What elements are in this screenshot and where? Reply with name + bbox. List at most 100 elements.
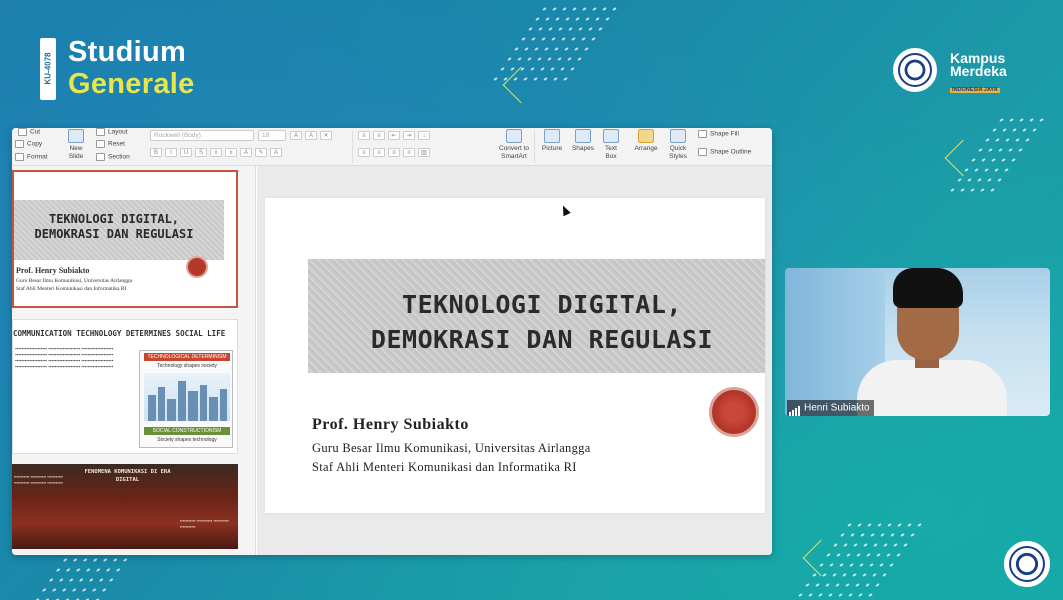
format-buttons: B I U Sx x A ✎ A [150, 148, 282, 157]
logo-title-line1: Studium [68, 36, 187, 68]
align-buttons: ≡ ≡ ≡ ≡ ▥ [358, 148, 430, 157]
thumb-body-text: ▪▪▪▪▪▪▪▪▪▪▪▪▪▪▪▪▪▪▪▪ ▪▪▪▪▪▪▪▪▪▪▪▪▪▪▪▪▪▪▪… [15, 346, 114, 369]
arrange-label: Arrange [634, 145, 658, 152]
thumb-text-left: ▪▪▪▪▪▪▪▪▪▪▪ ▪▪▪▪▪▪▪▪▪▪▪ ▪▪▪▪▪▪▪▪▪▪▪ ▪▪▪▪… [14, 474, 64, 485]
university-emblem-watermark-icon [1004, 541, 1050, 587]
ribbon-toolbar: Cut Copy Format New Slide Layout Reset S… [12, 128, 772, 166]
smartart-icon [506, 129, 522, 143]
font-size-select[interactable]: 18 [258, 130, 286, 141]
clear-format-button[interactable]: ✕ [320, 131, 332, 140]
shapes-button[interactable]: Shapes [570, 129, 596, 153]
paint-bucket-icon [698, 130, 707, 138]
font-color-button[interactable]: A [270, 148, 282, 157]
highlight-button[interactable]: ✎ [255, 148, 267, 157]
reset-icon [96, 140, 105, 148]
align-right-button[interactable]: ≡ [388, 148, 400, 157]
presenter-name[interactable]: Prof. Henry Subiakto [312, 416, 469, 434]
kampus-merdeka-logo: Kampus Merdeka INDONESIA JAYA [950, 51, 1007, 94]
layout-icon [96, 128, 105, 136]
columns-button[interactable]: ▥ [418, 148, 430, 157]
university-emblem-icon [893, 48, 937, 92]
card-subtitle-2: Society shapes technology [157, 437, 217, 443]
logo-title-line2: Generale [68, 68, 195, 100]
line-spacing-button[interactable]: ↕ [418, 131, 430, 140]
slide-thumbnail-3[interactable]: FENOMENA KOMUNIKASI DI ERA DIGITAL ▪▪▪▪▪… [12, 464, 238, 549]
thumb-line2: Staf Ahli Menteri Komunikasi dan Informa… [16, 286, 127, 292]
slide-thumbnail-panel[interactable]: TEKNOLOGI DIGITAL, DEMOKRASI DAN REGULAS… [12, 166, 256, 555]
case-button[interactable]: A [240, 148, 252, 157]
new-slide-button[interactable]: New Slide [64, 129, 88, 161]
quick-styles-button[interactable]: Quick Styles [666, 129, 690, 161]
thumb-text-right: ▪▪▪▪▪▪▪▪▪▪▪ ▪▪▪▪▪▪▪▪▪▪▪ ▪▪▪▪▪▪▪▪▪▪▪ ▪▪▪▪… [180, 518, 230, 529]
thumb-title: TEKNOLOGI DIGITAL, DEMOKRASI DAN REGULAS… [34, 212, 194, 241]
underline-button[interactable]: U [180, 148, 192, 157]
arrange-icon [638, 129, 654, 143]
text-box-label: Text Box [605, 145, 617, 160]
presenter-title-line1[interactable]: Guru Besar Ilmu Komunikasi, Universitas … [312, 441, 591, 456]
speaker-shirt [857, 360, 1007, 416]
presenter-title-line2[interactable]: Staf Ahli Menteri Komunikasi dan Informa… [312, 460, 577, 475]
align-center-button[interactable]: ≡ [373, 148, 385, 157]
text-box-button[interactable]: Text Box [600, 129, 622, 161]
partner-line2: Merdeka [950, 63, 1007, 80]
layout-button[interactable]: Layout [96, 128, 128, 136]
text-box-icon [603, 129, 619, 143]
city-skyline-icon [148, 381, 227, 421]
slide-editing-canvas[interactable]: TEKNOLOGI DIGITAL, DEMOKRASI DAN REGULAS… [257, 166, 772, 555]
superscript-button[interactable]: x [225, 148, 237, 157]
slide-thumbnail-2[interactable]: COMMUNICATION TECHNOLOGY DETERMINES SOCI… [12, 319, 238, 454]
shape-outline-button[interactable]: Shape Outline [698, 148, 751, 156]
arrange-button[interactable]: Arrange [632, 129, 660, 153]
section-button[interactable]: Section [96, 153, 130, 161]
numbering-button[interactable]: ≡ [373, 131, 385, 140]
convert-label: Convert to SmartArt [499, 145, 529, 160]
new-slide-icon [68, 129, 84, 143]
cut-button[interactable]: Cut [18, 128, 40, 136]
quick-styles-icon [670, 129, 686, 143]
signal-bars-icon [789, 400, 801, 416]
bullets-button[interactable]: ≡ [358, 131, 370, 140]
justify-button[interactable]: ≡ [403, 148, 415, 157]
list-buttons: ≡ ≡ ⇤ ⇥ ↕ [358, 131, 430, 140]
convert-smartart-button[interactable]: Convert to SmartArt [494, 129, 534, 161]
align-left-button[interactable]: ≡ [358, 148, 370, 157]
scissors-icon [18, 128, 27, 136]
seal-icon [186, 256, 208, 278]
subscript-button[interactable]: x [210, 148, 222, 157]
layout-label: Layout [108, 128, 128, 136]
reset-button[interactable]: Reset [96, 140, 125, 148]
thumb-line1: Guru Besar Ilmu Komunikasi, Universitas … [16, 278, 133, 284]
grow-font-button[interactable]: A [290, 131, 302, 140]
shapes-label: Shapes [571, 145, 595, 152]
copy-label: Copy [27, 140, 43, 148]
format-painter-button[interactable]: Format [15, 153, 48, 161]
italic-button[interactable]: I [165, 148, 177, 157]
slide-title-line1: TEKNOLOGI DIGITAL, [402, 290, 682, 319]
brush-icon [15, 153, 24, 161]
participant-name-tag: Henri Subiakto [787, 400, 874, 416]
format-label: Format [27, 153, 48, 161]
pen-icon [698, 148, 707, 156]
slide-thumbnail-1[interactable]: TEKNOLOGI DIGITAL, DEMOKRASI DAN REGULAS… [12, 170, 238, 308]
new-slide-label: New Slide [68, 145, 84, 160]
participant-name: Henri Subiakto [804, 402, 870, 414]
bold-button[interactable]: B [150, 148, 162, 157]
shrink-font-button[interactable]: A [305, 131, 317, 140]
determinism-card: TECHNOLOGICAL DETERMINISM Technology sha… [139, 350, 233, 448]
reset-label: Reset [108, 140, 125, 148]
picture-button[interactable]: Picture [540, 129, 564, 153]
shape-fill-label: Shape Fill [710, 130, 739, 138]
current-slide[interactable]: TEKNOLOGI DIGITAL, DEMOKRASI DAN REGULAS… [265, 198, 765, 513]
card-top-label: TECHNOLOGICAL DETERMINISM [144, 353, 230, 361]
copy-button[interactable]: Copy [15, 140, 42, 148]
shape-fill-button[interactable]: Shape Fill [698, 130, 739, 138]
thumb-heading: COMMUNICATION TECHNOLOGY DETERMINES SOCI… [13, 329, 226, 338]
section-icon [96, 153, 105, 161]
indent-less-button[interactable]: ⇤ [388, 131, 400, 140]
shape-outline-label: Shape Outline [710, 148, 752, 156]
strike-button[interactable]: S [195, 148, 207, 157]
indent-more-button[interactable]: ⇥ [403, 131, 415, 140]
slide-title[interactable]: TEKNOLOGI DIGITAL, DEMOKRASI DAN REGULAS… [327, 287, 757, 357]
webcam-video-tile[interactable]: Henri Subiakto [785, 268, 1050, 416]
font-name-select[interactable]: Rockwell (Body) [150, 130, 254, 141]
